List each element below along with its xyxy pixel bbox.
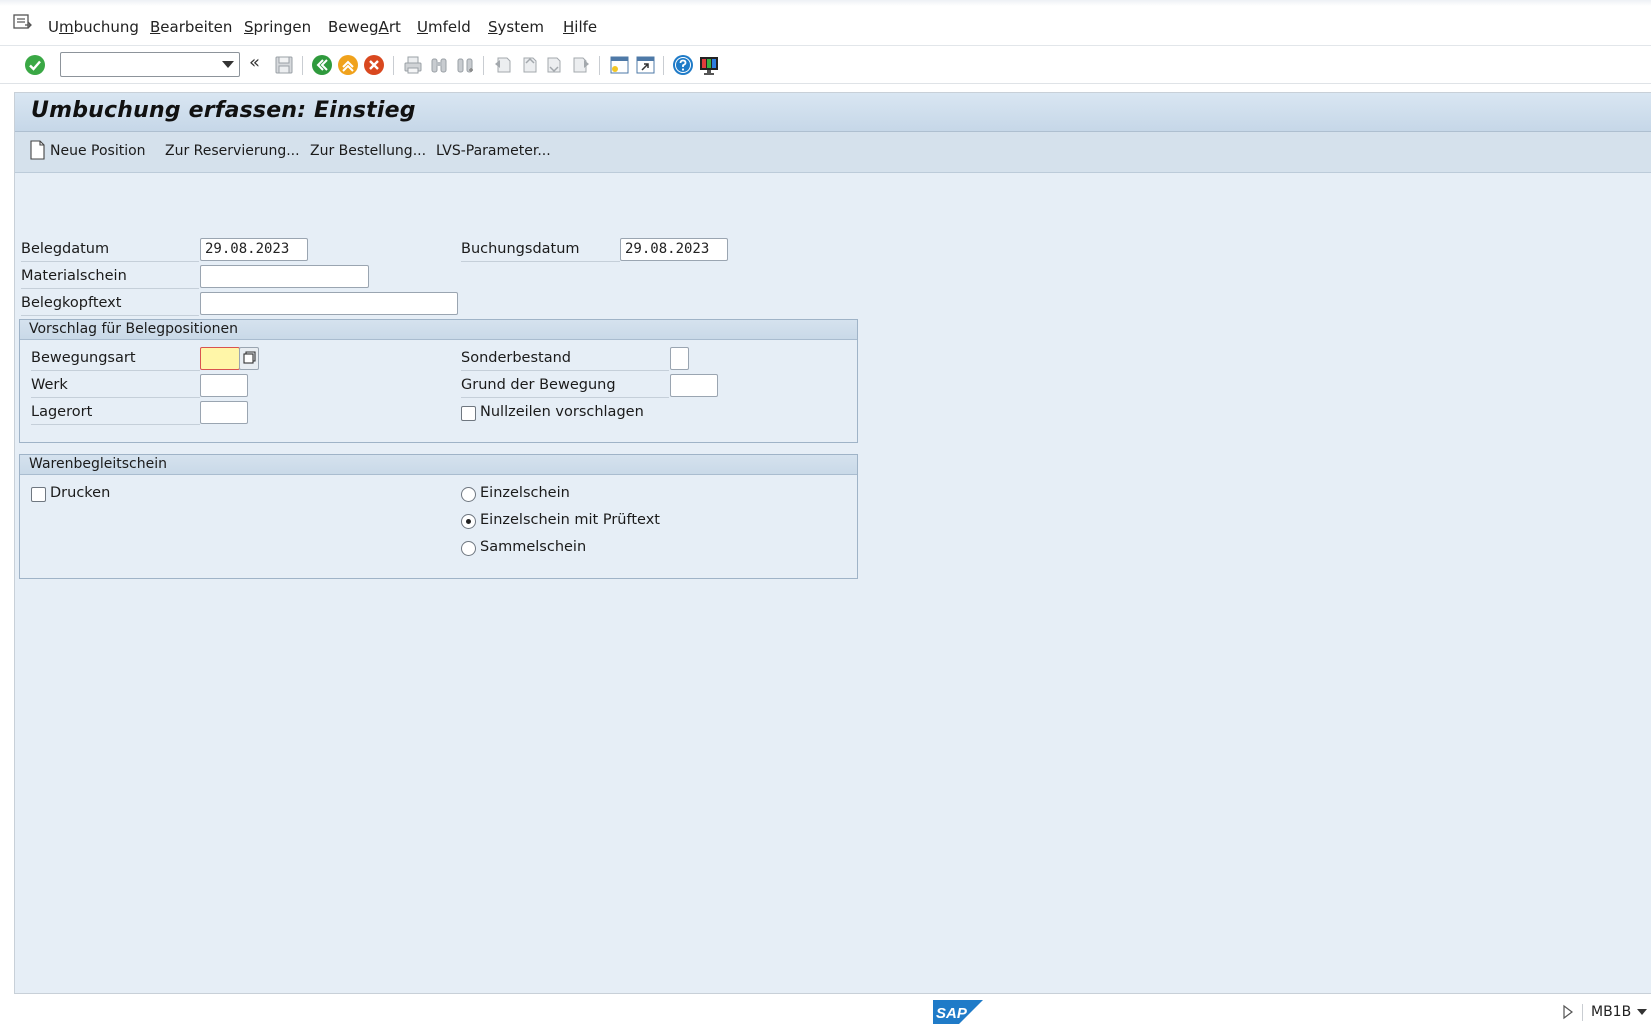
menu-bar: Umbuchung Bearbeiten Springen BewegArt U… bbox=[0, 0, 1651, 46]
to-reservation-button[interactable]: Zur Reservierung... bbox=[165, 143, 300, 159]
enter-check-icon[interactable] bbox=[24, 54, 46, 76]
shortcut-icon[interactable] bbox=[634, 54, 656, 76]
next-page-icon[interactable] bbox=[544, 54, 566, 76]
exit-icon[interactable] bbox=[337, 54, 359, 76]
application-toolbar: Neue Position Zur Reservierung... Zur Be… bbox=[15, 132, 1651, 173]
werk-label: Werk bbox=[31, 373, 200, 398]
menu-system[interactable]: System bbox=[488, 18, 544, 36]
belegkopftext-input[interactable] bbox=[200, 292, 458, 315]
customize-layout-icon[interactable] bbox=[698, 54, 720, 76]
help-icon[interactable] bbox=[672, 54, 694, 76]
back-icon[interactable] bbox=[311, 54, 333, 76]
new-item-button[interactable]: Neue Position bbox=[50, 143, 146, 159]
page-title: Umbuchung erfassen: Einstieg bbox=[31, 98, 416, 123]
sonderbestand-input[interactable] bbox=[670, 347, 689, 370]
lvs-parameter-button[interactable]: LVS-Parameter... bbox=[436, 143, 551, 159]
toolbar-separator bbox=[483, 56, 484, 75]
print-icon[interactable] bbox=[402, 54, 424, 76]
belegdatum-label: Belegdatum bbox=[21, 237, 199, 262]
defaults-group-title: Vorschlag für Belegpositionen bbox=[20, 320, 857, 340]
menu-springen[interactable]: Springen bbox=[244, 18, 311, 36]
svg-text:SAP: SAP bbox=[936, 1005, 968, 1022]
menu-bewegart[interactable]: BewegArt bbox=[328, 18, 401, 36]
lagerort-input[interactable] bbox=[200, 401, 248, 424]
einzelschein-label[interactable]: Einzelschein bbox=[480, 485, 570, 501]
grund-der-bewegung-label: Grund der Bewegung bbox=[461, 373, 669, 398]
sap-logo: SAP bbox=[933, 1000, 983, 1024]
nullzeilen-label[interactable]: Nullzeilen vorschlagen bbox=[480, 404, 644, 420]
sammelschein-label[interactable]: Sammelschein bbox=[480, 539, 586, 555]
drucken-checkbox[interactable] bbox=[31, 487, 46, 502]
menu-bearbeiten[interactable]: Bearbeiten bbox=[150, 18, 232, 36]
find-icon[interactable] bbox=[428, 54, 450, 76]
find-next-icon[interactable] bbox=[454, 54, 476, 76]
collapse-command-field[interactable]: « bbox=[249, 52, 260, 73]
new-session-icon[interactable] bbox=[608, 54, 630, 76]
last-page-icon[interactable] bbox=[570, 54, 592, 76]
bewegungsart-value-help[interactable] bbox=[239, 347, 259, 370]
einzelschein-pruef-radio[interactable] bbox=[461, 514, 476, 529]
buchungsdatum-label: Buchungsdatum bbox=[461, 237, 620, 262]
bewegungsart-input[interactable] bbox=[200, 347, 240, 370]
defaults-group: Vorschlag für Belegpositionen Bewegungsa… bbox=[19, 319, 858, 443]
menu-umbuchung[interactable]: Umbuchung bbox=[48, 18, 139, 36]
nullzeilen-checkbox[interactable] bbox=[461, 406, 476, 421]
toolbar-separator bbox=[393, 56, 394, 75]
toolbar-separator bbox=[663, 56, 664, 75]
sammelschein-radio[interactable] bbox=[461, 541, 476, 556]
belegdatum-input[interactable]: 29.08.2023 bbox=[200, 238, 308, 261]
cancel-icon[interactable] bbox=[363, 54, 385, 76]
drucken-label[interactable]: Drucken bbox=[50, 485, 110, 501]
toolbar-separator bbox=[599, 56, 600, 75]
system-toolbar: « bbox=[0, 46, 1651, 84]
bewegungsart-label: Bewegungsart bbox=[31, 346, 200, 371]
transaction-code: MB1B bbox=[1591, 1004, 1632, 1020]
new-document-icon[interactable] bbox=[30, 140, 45, 160]
sonderbestand-label: Sonderbestand bbox=[461, 346, 669, 371]
einzelschein-pruef-label[interactable]: Einzelschein mit Prüftext bbox=[480, 512, 660, 528]
status-expand-icon[interactable] bbox=[1562, 1004, 1574, 1020]
goods-slip-group-title: Warenbegleitschein bbox=[20, 455, 857, 475]
buchungsdatum-input[interactable]: 29.08.2023 bbox=[620, 238, 728, 261]
einzelschein-radio[interactable] bbox=[461, 487, 476, 502]
menu-hilfe[interactable]: Hilfe bbox=[563, 18, 597, 36]
grund-der-bewegung-input[interactable] bbox=[670, 374, 718, 397]
to-purchase-order-button[interactable]: Zur Bestellung... bbox=[310, 143, 426, 159]
main-screen: Umbuchung erfassen: Einstieg Neue Positi… bbox=[14, 92, 1651, 994]
toolbar-separator bbox=[302, 56, 303, 75]
status-bar: SAP MB1B bbox=[0, 996, 1651, 1029]
materialschein-input[interactable] bbox=[200, 265, 369, 288]
menu-exit-icon[interactable] bbox=[13, 14, 33, 32]
lagerort-label: Lagerort bbox=[31, 400, 200, 425]
materialschein-label: Materialschein bbox=[21, 264, 199, 289]
value-help-icon bbox=[243, 351, 256, 364]
goods-slip-group: Warenbegleitschein Drucken Einzelschein … bbox=[19, 454, 858, 579]
save-icon[interactable] bbox=[273, 54, 295, 76]
previous-page-icon[interactable] bbox=[518, 54, 540, 76]
status-separator bbox=[1582, 1004, 1583, 1021]
command-field[interactable] bbox=[60, 52, 240, 77]
first-page-icon[interactable] bbox=[492, 54, 514, 76]
belegkopftext-label: Belegkopftext bbox=[21, 291, 199, 316]
system-info-dropdown-icon[interactable] bbox=[1637, 1009, 1647, 1015]
menu-umfeld[interactable]: Umfeld bbox=[417, 18, 471, 36]
werk-input[interactable] bbox=[200, 374, 248, 397]
title-bar: Umbuchung erfassen: Einstieg bbox=[15, 93, 1651, 132]
